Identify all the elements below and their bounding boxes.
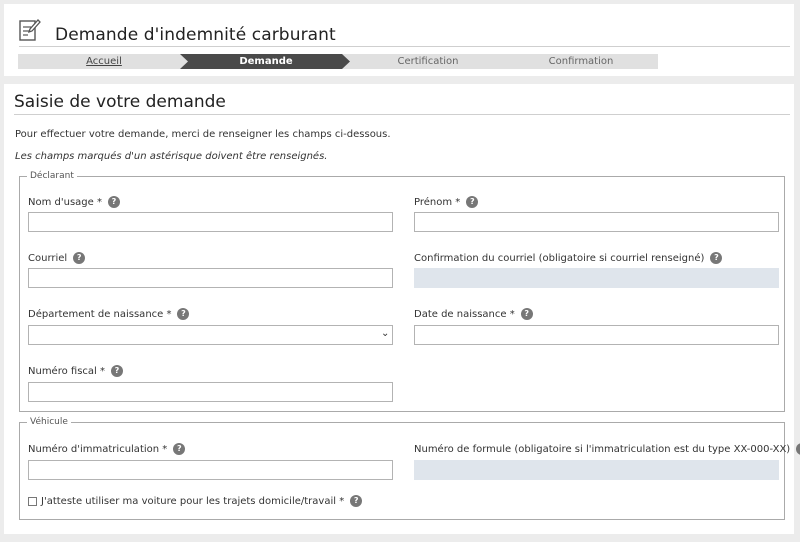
- nom-label-text: Nom d'usage *: [28, 196, 102, 208]
- prenom-input[interactable]: [414, 212, 779, 232]
- courriel-confirm-label: Confirmation du courriel (obligatoire si…: [414, 251, 723, 265]
- section-divider: [14, 114, 790, 115]
- step-demande: Demande: [180, 54, 352, 69]
- vehicule-legend: Véhicule: [27, 417, 71, 428]
- step-certification-label: Certification: [397, 56, 459, 67]
- numero-fiscal-input[interactable]: [28, 382, 393, 402]
- step-certification: Certification: [342, 54, 514, 69]
- step-accueil-label[interactable]: Accueil: [86, 54, 122, 69]
- help-icon[interactable]: ?: [710, 252, 723, 264]
- formule-label: Numéro de formule (obligatoire si l'imma…: [414, 442, 800, 456]
- intro-text: Pour effectuer votre demande, merci de r…: [15, 129, 391, 140]
- form-card: Saisie de votre demande Pour effectuer v…: [4, 84, 800, 534]
- attestation-label[interactable]: J'atteste utiliser ma voiture pour les t…: [41, 496, 344, 507]
- numero-fiscal-label-text: Numéro fiscal *: [28, 365, 105, 377]
- date-naissance-input[interactable]: [414, 325, 779, 345]
- declarant-fieldset: Déclarant Nom d'usage * ? Prénom * ? Cou…: [19, 171, 785, 412]
- help-icon[interactable]: ?: [466, 196, 479, 208]
- step-confirmation-label: Confirmation: [548, 56, 614, 67]
- immatriculation-input[interactable]: [28, 460, 393, 480]
- courriel-label: Courriel ?: [28, 251, 86, 265]
- help-icon[interactable]: ?: [350, 495, 363, 507]
- departement-label: Département de naissance * ?: [28, 307, 190, 321]
- help-icon[interactable]: ?: [73, 252, 86, 264]
- help-icon[interactable]: ?: [173, 443, 186, 455]
- help-icon[interactable]: ?: [796, 443, 800, 455]
- required-note: Les champs marqués d'un astérisque doive…: [15, 151, 328, 162]
- app-title: Demande d'indemnité carburant: [55, 25, 336, 45]
- nom-label: Nom d'usage * ?: [28, 195, 120, 209]
- form-edit-icon: [19, 19, 41, 41]
- immatriculation-label: Numéro d'immatriculation * ?: [28, 442, 186, 456]
- declarant-legend: Déclarant: [27, 171, 77, 182]
- prenom-label: Prénom * ?: [414, 195, 479, 209]
- step-demande-label: Demande: [239, 56, 293, 67]
- help-icon[interactable]: ?: [107, 196, 120, 208]
- prenom-label-text: Prénom *: [414, 196, 461, 208]
- title-divider: [19, 46, 790, 47]
- formule-input: [414, 460, 779, 480]
- vehicule-fieldset: Véhicule Numéro d'immatriculation * ? Nu…: [19, 417, 800, 520]
- numero-fiscal-label: Numéro fiscal * ?: [28, 364, 123, 378]
- date-naissance-label-text: Date de naissance *: [414, 308, 515, 320]
- header-card: Demande d'indemnité carburant Accueil De…: [4, 4, 794, 76]
- departement-label-text: Département de naissance *: [28, 308, 172, 320]
- step-confirmation: Confirmation: [504, 54, 658, 69]
- immatriculation-label-text: Numéro d'immatriculation *: [28, 443, 168, 455]
- nom-input[interactable]: [28, 212, 393, 232]
- attestation-checkbox[interactable]: [28, 496, 37, 506]
- courriel-input[interactable]: [28, 268, 393, 288]
- formule-label-text: Numéro de formule (obligatoire si l'imma…: [414, 443, 791, 455]
- attestation-row: J'atteste utiliser ma voiture pour les t…: [28, 495, 363, 507]
- step-accueil[interactable]: Accueil: [18, 54, 190, 69]
- departement-select[interactable]: [28, 325, 393, 345]
- courriel-confirm-input: [414, 268, 779, 288]
- courriel-label-text: Courriel: [28, 252, 68, 264]
- help-icon[interactable]: ?: [520, 308, 533, 320]
- section-title: Saisie de votre demande: [14, 92, 226, 112]
- help-icon[interactable]: ?: [177, 308, 190, 320]
- help-icon[interactable]: ?: [111, 365, 123, 377]
- progress-steps: Accueil Demande Certification Confirmati…: [18, 54, 658, 69]
- date-naissance-label: Date de naissance * ?: [414, 307, 533, 321]
- courriel-confirm-label-text: Confirmation du courriel (obligatoire si…: [414, 252, 705, 264]
